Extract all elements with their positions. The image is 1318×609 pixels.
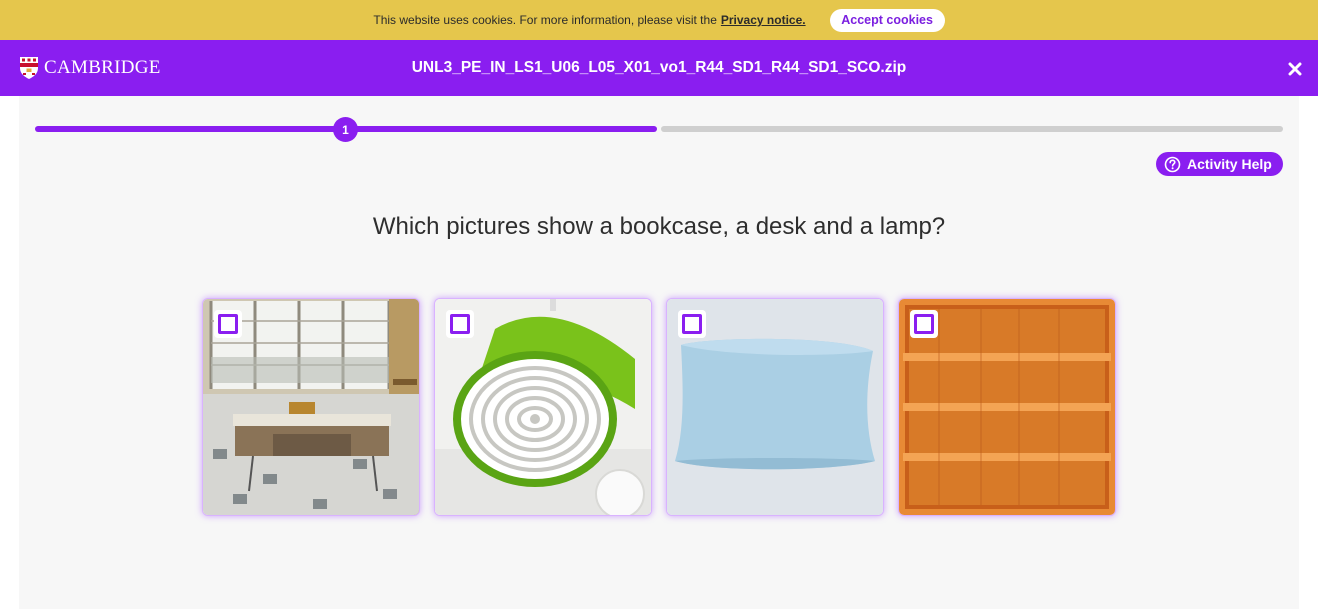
activity-help-label: Activity Help: [1187, 156, 1272, 172]
checkbox-box: [218, 314, 238, 334]
option-checkbox[interactable]: [446, 310, 474, 338]
checkbox-box: [450, 314, 470, 334]
progress-track-remaining: [661, 126, 1283, 132]
checkbox-box: [914, 314, 934, 334]
option-card-desk[interactable]: [202, 298, 420, 516]
cookie-message: This website uses cookies. For more info…: [373, 13, 717, 27]
question-circle-icon: [1164, 156, 1181, 172]
question-text: Which pictures show a bookcase, a desk a…: [372, 213, 946, 240]
option-card-pillow[interactable]: [666, 298, 884, 516]
app-header: CAMBRIDGE UNL3_PE_IN_LS1_U06_L05_X01_vo1…: [0, 40, 1318, 96]
option-checkbox[interactable]: [214, 310, 242, 338]
close-icon[interactable]: [1288, 62, 1302, 76]
progress-step-indicator: 1: [333, 117, 358, 142]
file-title: UNL3_PE_IN_LS1_U06_L05_X01_vo1_R44_SD1_R…: [411, 59, 907, 76]
privacy-notice-link[interactable]: Privacy notice.: [721, 13, 806, 27]
option-card-lamp[interactable]: [434, 298, 652, 516]
activity-help-button[interactable]: Activity Help: [1156, 152, 1283, 176]
option-checkbox[interactable]: [678, 310, 706, 338]
option-checkbox[interactable]: [910, 310, 938, 338]
accept-cookies-button[interactable]: Accept cookies: [829, 8, 945, 32]
option-card-bookcase[interactable]: [898, 298, 1116, 516]
cookie-bar: This website uses cookies. For more info…: [0, 0, 1318, 40]
activity-panel: 1 Activity Help Which pictures show a bo…: [19, 96, 1299, 609]
checkbox-box: [682, 314, 702, 334]
